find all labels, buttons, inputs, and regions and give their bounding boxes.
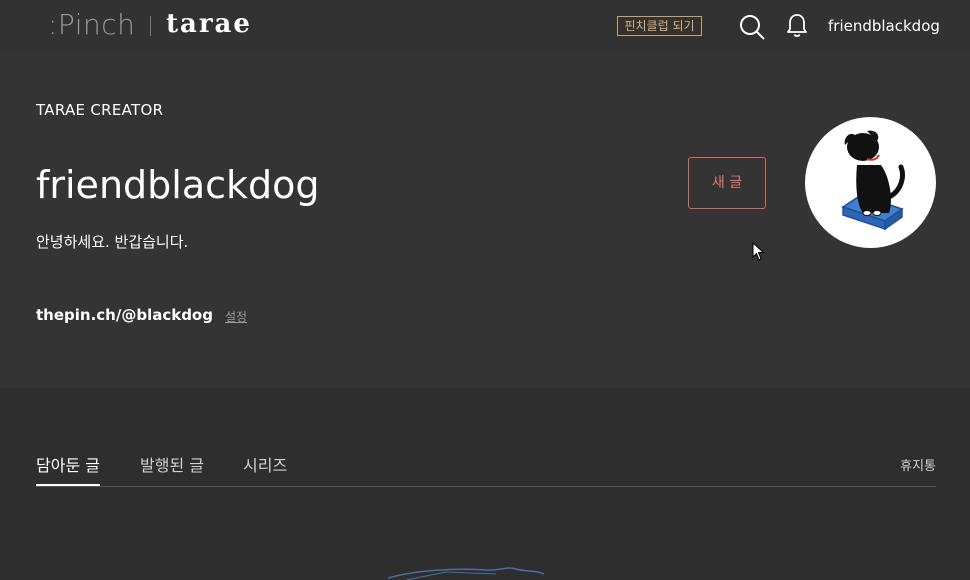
settings-link[interactable]: 설정: [225, 308, 247, 325]
tab-published-posts[interactable]: 발행된 글: [140, 452, 204, 486]
profile-bio: 안녕하세요. 반갑습니다.: [36, 233, 189, 251]
tarae-logo[interactable]: tarae: [166, 9, 252, 39]
tab-series[interactable]: 시리즈: [243, 452, 287, 486]
new-post-button[interactable]: 새 글: [688, 157, 766, 209]
empty-state-illustration: [387, 567, 545, 580]
creator-label: TARAE CREATOR: [36, 101, 164, 119]
black-dog-on-book-avatar-icon: [841, 130, 905, 231]
avatar[interactable]: [805, 117, 936, 248]
profile-section: TARAE CREATOR friendblackdog 안녕하세요. 반갑습니…: [0, 52, 970, 388]
mouse-cursor-icon: [752, 242, 765, 261]
post-tabs: 담아둔 글 발행된 글 시리즈 휴지통: [36, 448, 936, 487]
search-icon[interactable]: [738, 13, 766, 41]
profile-url[interactable]: thepin.ch/@blackdog: [36, 306, 213, 324]
bell-icon[interactable]: [785, 13, 809, 39]
top-bar: :Pinch tarae 핀치클럽 되기 friendblackdog: [0, 0, 970, 52]
profile-name: friendblackdog: [36, 163, 320, 207]
logo-divider: [150, 16, 151, 36]
trash-link[interactable]: 휴지통: [900, 455, 936, 474]
join-club-button[interactable]: 핀치클럽 되기: [617, 16, 702, 36]
user-menu-link[interactable]: friendblackdog: [828, 17, 940, 35]
pinch-logo[interactable]: :Pinch: [48, 8, 135, 41]
tab-saved-posts[interactable]: 담아둔 글: [36, 452, 100, 486]
